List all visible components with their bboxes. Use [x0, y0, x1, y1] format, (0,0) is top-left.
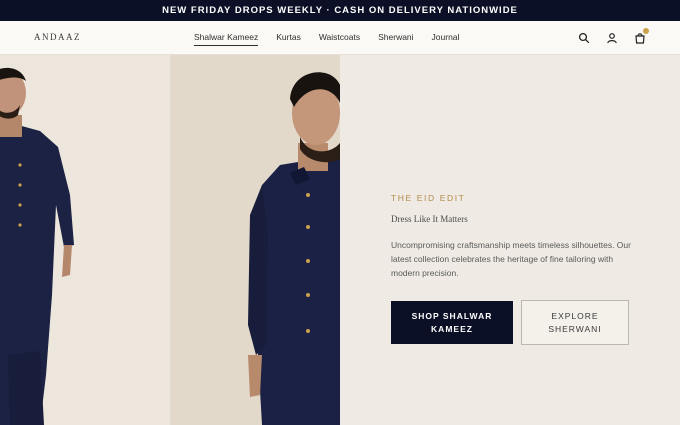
announcement-text: NEW FRIDAY DROPS WEEKLY · CASH ON DELIVE… — [162, 5, 518, 16]
hero-model-image-right — [170, 55, 340, 425]
hero-model-image-left — [0, 55, 170, 425]
nav-item-journal[interactable]: Journal — [432, 32, 460, 46]
announcement-bar: NEW FRIDAY DROPS WEEKLY · CASH ON DELIVE… — [0, 0, 680, 21]
nav-item-shalwar-kameez[interactable]: Shalwar Kameez — [194, 32, 259, 46]
cart-badge — [643, 28, 649, 34]
hero-section: THE EID EDIT Dress Like It Matters Uncom… — [0, 55, 680, 425]
shop-shalwar-kameez-button[interactable]: SHOP SHALWAR KAMEEZ — [391, 301, 513, 344]
account-icon[interactable] — [606, 31, 618, 44]
hero-tagline: Dress Like It Matters — [391, 214, 468, 224]
main-nav: Shalwar Kameez Kurtas Waistcoats Sherwan… — [194, 32, 477, 46]
search-icon[interactable] — [578, 31, 590, 44]
site-header: ANDAAZ Shalwar Kameez Kurtas Waistcoats … — [0, 21, 680, 55]
explore-sherwani-button[interactable]: EXPLORE SHERWANI — [521, 300, 629, 345]
cart-icon[interactable] — [634, 28, 649, 44]
nav-item-sherwani[interactable]: Sherwani — [378, 32, 413, 46]
hero-copy-panel: THE EID EDIT Dress Like It Matters Uncom… — [340, 55, 680, 425]
nav-item-kurtas[interactable]: Kurtas — [276, 32, 301, 46]
hero-eyebrow: THE EID EDIT — [391, 193, 466, 203]
hero-description: Uncompromising craftsmanship meets timel… — [391, 240, 631, 278]
header-icons — [578, 28, 649, 44]
brand-logo[interactable]: ANDAAZ — [34, 32, 81, 42]
nav-item-waistcoats[interactable]: Waistcoats — [319, 32, 360, 46]
